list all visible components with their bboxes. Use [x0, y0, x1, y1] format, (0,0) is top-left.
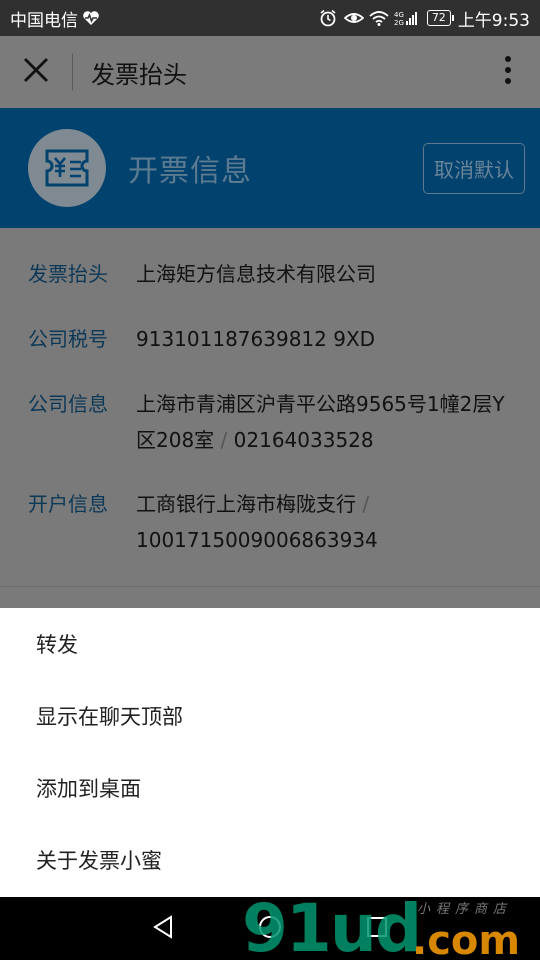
recents-button[interactable] [357, 909, 397, 949]
info-value: 工商银行上海市梅陇支行 / 1001715009006863934 [136, 486, 516, 558]
info-row-company: 公司信息 上海市青浦区沪青平公路9565号1幢2层Y区208室 / 021640… [28, 386, 516, 458]
home-circle-icon [258, 915, 282, 943]
divider [0, 586, 540, 587]
alarm-icon [319, 9, 337, 27]
page-title: 发票抬头 [91, 60, 187, 89]
wifi-icon [369, 9, 389, 27]
invoice-ticket-icon [28, 129, 106, 207]
bank-account: 1001715009006863934 [136, 528, 378, 552]
more-menu-button[interactable] [476, 36, 540, 108]
clock: 上午9:53 [457, 10, 530, 31]
eye-icon [343, 9, 365, 27]
info-value: 913101187639812 9XD [136, 327, 376, 351]
back-triangle-icon [152, 914, 174, 943]
signal-icon: 4G 2G [394, 9, 420, 27]
home-button[interactable] [250, 909, 290, 949]
info-label: 公司信息 [28, 392, 108, 416]
battery-indicator: 72 [426, 10, 454, 26]
cancel-default-button[interactable]: 取消默认 [423, 142, 525, 194]
info-row-title: 发票抬头 上海矩方信息技术有限公司 [28, 256, 516, 292]
sheet-item-add-to-desktop[interactable]: 添加到桌面 [0, 752, 540, 824]
separator: / [362, 492, 370, 516]
sheet-item-pin-to-top[interactable]: 显示在聊天顶部 [0, 680, 540, 752]
heart-monitor-icon [82, 9, 100, 27]
info-row-tax-id: 公司税号 913101187639812 9XD [28, 321, 516, 357]
sheet-item-forward[interactable]: 转发 [0, 608, 540, 680]
system-nav-bar [0, 897, 540, 960]
invoice-info-panel: 发票抬头 上海矩方信息技术有限公司 公司税号 913101187639812 9… [0, 228, 540, 608]
more-vertical-icon [504, 55, 512, 89]
info-label: 发票抬头 [28, 262, 108, 286]
info-value: 上海矩方信息技术有限公司 [136, 262, 376, 286]
svg-text:4G: 4G [394, 11, 404, 19]
info-label: 公司税号 [28, 327, 108, 351]
carrier-label: 中国电信 [10, 10, 78, 31]
invoice-banner: 开票信息 取消默认 [0, 108, 540, 228]
status-bar: 中国电信 4G 2G 72 上午9:53 [0, 0, 540, 36]
company-phone: 02164033528 [233, 428, 374, 452]
info-value: 上海市青浦区沪青平公路9565号1幢2层Y区208室 / 02164033528 [136, 386, 516, 458]
info-label: 开户信息 [28, 492, 108, 516]
svg-text:2G: 2G [394, 19, 404, 27]
recents-square-icon [366, 916, 388, 942]
close-button[interactable] [0, 36, 72, 108]
bank-name: 工商银行上海市梅陇支行 [136, 492, 356, 516]
info-row-bank: 开户信息 工商银行上海市梅陇支行 / 1001715009006863934 [28, 486, 516, 558]
action-sheet: 转发 显示在聊天顶部 添加到桌面 关于发票小蜜 [0, 608, 540, 897]
back-button[interactable] [143, 909, 183, 949]
banner-title: 开票信息 [128, 154, 252, 189]
sheet-item-about[interactable]: 关于发票小蜜 [0, 824, 540, 896]
separator: / [220, 428, 228, 452]
app-bar: 发票抬头 [0, 36, 540, 108]
app-bar-divider [72, 54, 73, 90]
close-icon [23, 57, 49, 87]
